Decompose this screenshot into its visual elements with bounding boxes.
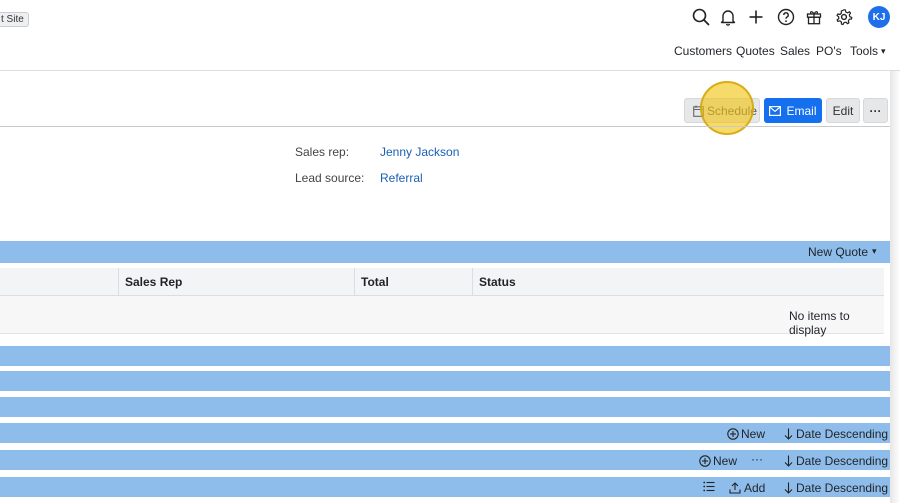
nav-customers[interactable]: Customers bbox=[674, 44, 732, 60]
nav-tools[interactable]: Tools bbox=[850, 44, 878, 60]
section-band-1[interactable] bbox=[0, 346, 890, 366]
upload-icon bbox=[729, 482, 741, 494]
top-bar: t Site KJ Customers Quotes Sales PO's To… bbox=[0, 0, 900, 71]
new-button-label: New bbox=[741, 427, 766, 441]
plus-icon[interactable] bbox=[745, 6, 767, 28]
schedule-button-label: Schedule bbox=[706, 103, 758, 118]
section-band-6: Add Date Descending bbox=[0, 477, 890, 497]
arrow-down-icon bbox=[784, 428, 793, 440]
sales-rep-link[interactable]: Jenny Jackson bbox=[380, 145, 459, 159]
arrow-down-icon bbox=[784, 482, 793, 494]
new-button-label: New bbox=[713, 454, 738, 468]
sort-button[interactable]: Date Descending bbox=[784, 427, 888, 441]
mail-icon bbox=[769, 105, 782, 116]
email-button-label: Email bbox=[786, 103, 817, 118]
sort-label: Date Descending bbox=[796, 427, 889, 441]
gift-icon[interactable] bbox=[803, 6, 825, 28]
more-options-button[interactable]: ··· bbox=[751, 452, 763, 466]
email-button[interactable]: Email bbox=[764, 98, 822, 123]
bell-icon[interactable] bbox=[717, 6, 739, 28]
nav-pos[interactable]: PO's bbox=[816, 44, 842, 60]
add-button-label: Add bbox=[744, 481, 766, 495]
plus-circle-icon bbox=[727, 428, 739, 440]
scroll-edge bbox=[890, 71, 900, 503]
list-icon[interactable] bbox=[703, 481, 715, 492]
new-button[interactable]: New bbox=[699, 454, 737, 468]
help-icon[interactable] bbox=[775, 6, 797, 28]
lead-source-value[interactable]: Referral bbox=[380, 171, 423, 185]
new-quote-button[interactable]: New Quote bbox=[808, 245, 868, 259]
calendar-icon bbox=[693, 105, 704, 120]
section-band-3[interactable] bbox=[0, 397, 890, 417]
quotes-grid-body: No items to display bbox=[0, 296, 884, 337]
lead-source-label: Lead source: bbox=[295, 171, 365, 185]
column-sales-rep[interactable]: Sales Rep bbox=[118, 268, 354, 296]
new-quote-caret-icon[interactable]: ▾ bbox=[872, 246, 877, 257]
edit-button[interactable]: Edit bbox=[826, 98, 860, 123]
sales-rep-label: Sales rep: bbox=[295, 145, 350, 159]
toolbar-divider bbox=[0, 126, 890, 127]
nav-sales[interactable]: Sales bbox=[780, 44, 810, 60]
tools-caret-icon[interactable]: ▾ bbox=[881, 46, 886, 62]
sort-label: Date Descending bbox=[796, 481, 889, 495]
site-chip[interactable]: t Site bbox=[0, 12, 29, 27]
quotes-grid-header: Sales Rep Total Status bbox=[0, 268, 884, 296]
sort-button[interactable]: Date Descending bbox=[784, 454, 888, 468]
section-band-4: New Date Descending bbox=[0, 423, 890, 443]
search-icon[interactable] bbox=[690, 6, 712, 28]
column-status[interactable]: Status bbox=[472, 268, 884, 296]
nav-quotes[interactable]: Quotes bbox=[736, 44, 775, 60]
schedule-button[interactable]: Schedule bbox=[684, 98, 760, 123]
empty-message: No items to display bbox=[789, 309, 850, 337]
section-band-2[interactable] bbox=[0, 371, 890, 391]
more-button[interactable]: ··· bbox=[863, 98, 888, 123]
user-avatar[interactable]: KJ bbox=[868, 6, 890, 28]
section-band-5: New ··· Date Descending bbox=[0, 450, 890, 470]
plus-circle-icon bbox=[699, 455, 711, 467]
new-button[interactable]: New bbox=[727, 427, 765, 441]
quotes-panel-header: New Quote ▾ bbox=[0, 241, 890, 263]
gear-icon[interactable] bbox=[833, 6, 855, 28]
sort-button[interactable]: Date Descending bbox=[784, 481, 888, 495]
column-total[interactable]: Total bbox=[354, 268, 472, 296]
add-button[interactable]: Add bbox=[729, 481, 765, 495]
sort-label: Date Descending bbox=[796, 454, 889, 468]
arrow-down-icon bbox=[784, 455, 793, 467]
